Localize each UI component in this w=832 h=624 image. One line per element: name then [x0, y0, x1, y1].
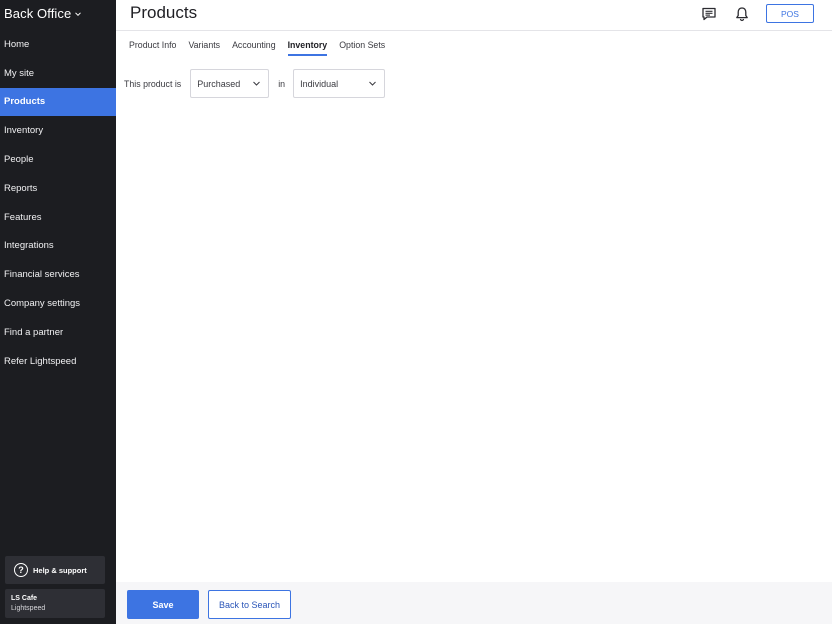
- sidebar-nav: Home My site Products Inventory People R…: [0, 30, 116, 376]
- help-label: Help & support: [33, 565, 87, 575]
- sidebar-item-products[interactable]: Products: [0, 87, 116, 117]
- save-button[interactable]: Save: [127, 590, 199, 619]
- tab-variants[interactable]: Variants: [188, 40, 220, 56]
- sidebar-item-home[interactable]: Home: [0, 30, 116, 59]
- sidebar-item-label: Home: [4, 38, 30, 50]
- tab-inventory[interactable]: Inventory: [287, 40, 328, 56]
- product-type-select[interactable]: Purchased: [190, 69, 270, 98]
- sidebar-item-my-site[interactable]: My site: [0, 59, 116, 88]
- footer-bar: Save Back to Search: [116, 582, 832, 624]
- sidebar-item-find-a-partner[interactable]: Find a partner: [0, 318, 116, 347]
- in-label: in: [278, 78, 286, 89]
- store-name: LS Cafe: [11, 595, 38, 602]
- sidebar-item-label: Reports: [4, 182, 38, 194]
- sidebar-item-inventory[interactable]: Inventory: [0, 116, 116, 145]
- sidebar-item-label: People: [4, 154, 34, 166]
- sidebar-item-label: Find a partner: [4, 326, 64, 338]
- tab-option-sets[interactable]: Option Sets: [339, 40, 385, 56]
- chat-icon: [702, 7, 716, 21]
- store-switcher[interactable]: LS Cafe Lightspeed: [5, 589, 105, 618]
- help-icon: ?: [14, 563, 28, 577]
- store-subtitle: Lightspeed: [11, 605, 46, 612]
- messages-button[interactable]: [700, 5, 718, 23]
- sidebar-item-label: Refer Lightspeed: [4, 355, 77, 367]
- sidebar-item-label: Company settings: [4, 298, 81, 310]
- sidebar-item-label: Inventory: [4, 125, 44, 137]
- sidebar-item-financial-services[interactable]: Financial services: [0, 260, 116, 289]
- sidebar-item-refer-lightspeed[interactable]: Refer Lightspeed: [0, 347, 116, 376]
- inventory-settings-row: This product is Purchased in Individual: [124, 69, 386, 98]
- sidebar-item-label: My site: [4, 67, 35, 79]
- sidebar-item-features[interactable]: Features: [0, 203, 116, 232]
- chevron-down-icon: [75, 11, 82, 16]
- sidebar-item-people[interactable]: People: [0, 145, 116, 174]
- unit-value: Individual: [300, 78, 339, 89]
- notifications-button[interactable]: [733, 5, 751, 23]
- page-header: Products POS: [116, 0, 832, 31]
- sidebar-item-label: Financial services: [4, 269, 80, 281]
- product-type-value: Purchased: [197, 78, 241, 89]
- brand-menu[interactable]: Back Office: [4, 6, 82, 21]
- sidebar-item-label: Products: [4, 96, 46, 108]
- chevron-down-icon: [369, 81, 376, 86]
- back-to-search-button[interactable]: Back to Search: [208, 590, 291, 619]
- brand-title: Back Office: [4, 6, 72, 21]
- tab-accounting[interactable]: Accounting: [232, 40, 276, 56]
- sidebar-item-reports[interactable]: Reports: [0, 174, 116, 203]
- help-support-button[interactable]: ? Help & support: [5, 556, 105, 584]
- sidebar: Back Office Home My site Products Invent…: [0, 0, 116, 624]
- sidebar-item-integrations[interactable]: Integrations: [0, 232, 116, 261]
- page-title: Products: [130, 3, 198, 22]
- bell-icon: [736, 7, 748, 22]
- product-type-label: This product is: [124, 78, 182, 89]
- pos-button[interactable]: POS: [766, 4, 814, 23]
- sidebar-item-label: Features: [4, 211, 42, 223]
- sidebar-item-label: Integrations: [4, 240, 54, 252]
- sidebar-item-company-settings[interactable]: Company settings: [0, 289, 116, 318]
- chevron-down-icon: [253, 81, 261, 86]
- unit-select[interactable]: Individual: [293, 69, 386, 98]
- product-tabs: Product Info Variants Accounting Invento…: [129, 40, 385, 56]
- tab-product-info[interactable]: Product Info: [129, 40, 176, 56]
